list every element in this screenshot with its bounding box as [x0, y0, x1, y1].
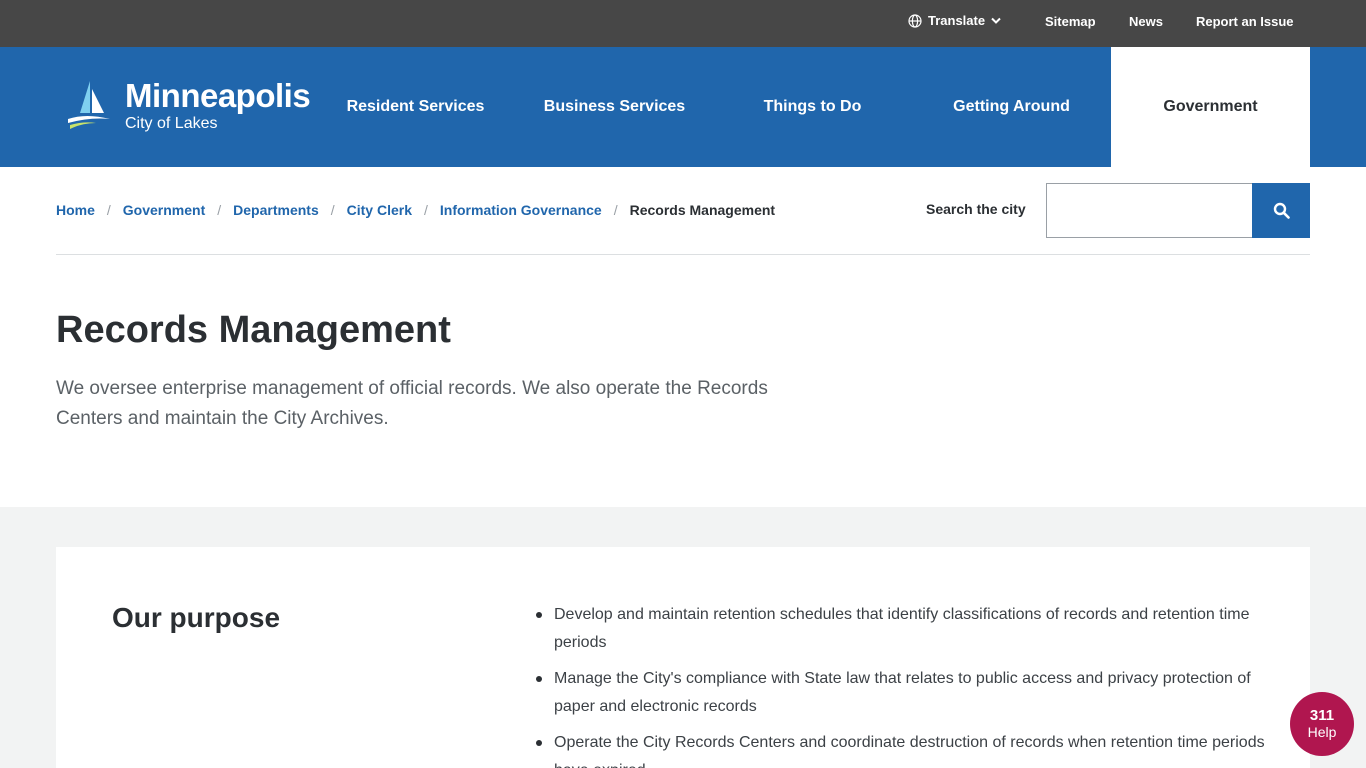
- list-item: Develop and maintain retention schedules…: [536, 601, 1274, 657]
- news-link[interactable]: News: [1129, 14, 1163, 29]
- sailboat-icon: [68, 81, 110, 129]
- chevron-down-icon: [991, 17, 1001, 24]
- nav-business-services[interactable]: Business Services: [515, 47, 714, 167]
- search-input[interactable]: [1046, 183, 1253, 238]
- breadcrumb-separator: /: [424, 202, 428, 218]
- nav-government[interactable]: Government: [1111, 47, 1310, 167]
- breadcrumb-current: Records Management: [629, 202, 776, 218]
- breadcrumb-separator: /: [217, 202, 222, 218]
- header-divider: [56, 254, 1310, 255]
- page-intro: We oversee enterprise management of offi…: [56, 378, 768, 429]
- list-item: Manage the City's compliance with State …: [536, 665, 1274, 721]
- main-header: Minneapolis City of Lakes Resident Servi…: [0, 47, 1366, 167]
- translate-button[interactable]: Translate: [908, 13, 1001, 28]
- utility-bar: Translate Sitemap News Report an Issue: [0, 0, 1366, 47]
- purpose-list: Develop and maintain retention schedules…: [536, 601, 1274, 768]
- page-title: Records Management: [56, 309, 451, 351]
- breadcrumb-departments[interactable]: Departments: [233, 202, 319, 218]
- logo-title: Minneapolis: [125, 77, 311, 114]
- breadcrumb-separator: /: [106, 202, 111, 218]
- nav-resident-services[interactable]: Resident Services: [316, 47, 515, 167]
- help-number: 311: [1309, 707, 1335, 724]
- purpose-title: Our purpose: [112, 602, 281, 633]
- breadcrumb-separator: /: [613, 202, 618, 218]
- logo-subtitle: City of Lakes: [125, 115, 218, 132]
- breadcrumb-separator: /: [330, 202, 335, 218]
- breadcrumb-information-governance[interactable]: Information Governance: [440, 202, 602, 218]
- breadcrumb-government[interactable]: Government: [123, 202, 205, 218]
- search-label: Search the city: [926, 201, 1026, 217]
- city-logo[interactable]: Minneapolis City of Lakes: [66, 77, 311, 137]
- help-311-button[interactable]: 311 Help: [1290, 692, 1354, 756]
- translate-label: Translate: [928, 13, 986, 28]
- search-icon: [1273, 202, 1290, 219]
- sitemap-link[interactable]: Sitemap: [1045, 14, 1096, 29]
- report-issue-link[interactable]: Report an Issue: [1196, 14, 1294, 29]
- breadcrumb: Home / Government / Departments / City C…: [56, 202, 775, 218]
- help-label: Help: [1307, 724, 1337, 740]
- nav-getting-around[interactable]: Getting Around: [912, 47, 1111, 167]
- globe-icon: [908, 13, 922, 28]
- nav-things-to-do[interactable]: Things to Do: [713, 47, 912, 167]
- breadcrumb-city-clerk[interactable]: City Clerk: [347, 202, 412, 218]
- list-item: Operate the City Records Centers and coo…: [536, 729, 1274, 768]
- search-button[interactable]: [1252, 183, 1310, 238]
- breadcrumb-home[interactable]: Home: [56, 202, 95, 218]
